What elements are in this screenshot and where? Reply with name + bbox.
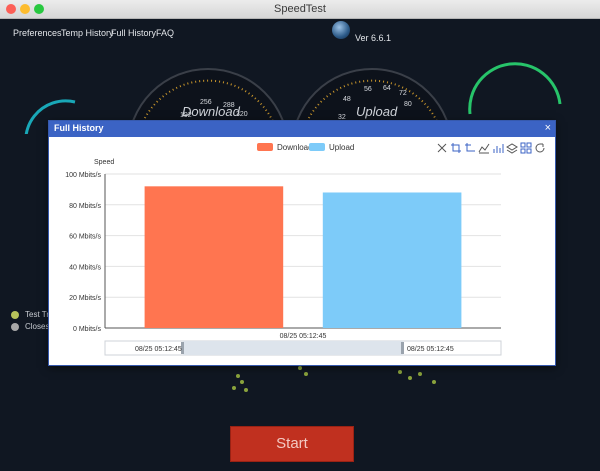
right-gauge-arc [468, 62, 562, 115]
crop-reset-icon[interactable] [465, 143, 475, 152]
bar-upload[interactable] [322, 192, 462, 328]
upload-tick: 48 [343, 96, 351, 103]
chart-toolbar [437, 142, 545, 154]
window-title: SpeedTest [274, 3, 326, 15]
globe-icon [332, 21, 350, 39]
app-window: SpeedTest Preferences Temp History Full … [0, 0, 600, 471]
dialog-title: Full History [54, 123, 104, 133]
closest-dot [11, 323, 19, 331]
menu-temp-history[interactable]: Temp History [61, 28, 114, 38]
layers-icon[interactable] [506, 143, 518, 154]
menu-preferences[interactable]: Preferences [13, 28, 62, 38]
start-button[interactable]: Start [230, 426, 354, 462]
legend-download-swatch[interactable] [257, 143, 273, 151]
bar-chart-icon[interactable] [493, 144, 504, 153]
version-label: Ver 6.6.1 [355, 33, 392, 43]
y-tick-label: 80 Mbits/s [69, 203, 101, 210]
title-bar: SpeedTest [0, 0, 600, 19]
upload-tick: 56 [364, 86, 372, 93]
y-tick-label: 60 Mbits/s [69, 234, 101, 241]
zoom-slider-selection[interactable] [183, 341, 403, 355]
y-tick-label: 40 Mbits/s [69, 264, 101, 271]
zoom-end-label: 08/25 05:12:45 [407, 346, 454, 353]
refresh-icon[interactable] [535, 143, 545, 153]
download-gauge-label: Download [182, 104, 241, 119]
close-x-icon[interactable] [437, 143, 447, 153]
upload-tick: 64 [383, 85, 391, 92]
dialog-close-icon[interactable]: × [545, 122, 551, 134]
dialog-header: Full History × [49, 121, 555, 137]
menu-bar: Preferences Temp History Full History FA… [0, 19, 600, 43]
zoom-handle-right[interactable] [401, 342, 404, 354]
grid-icon[interactable] [520, 142, 532, 154]
upload-tick: 80 [404, 101, 412, 108]
upload-gauge-label: Upload [356, 104, 398, 119]
menu-full-history[interactable]: Full History [111, 28, 156, 38]
y-tick-label: 20 Mbits/s [69, 295, 101, 302]
y-tick-label: 0 Mbits/s [73, 326, 102, 333]
legend-upload-swatch[interactable] [309, 143, 325, 151]
legend-upload-label: Upload [329, 143, 354, 152]
history-chart: Download Upload Speed 0 Mbits/s 20 Mbits/… [65, 142, 545, 356]
x-tick-label: 08/25 05:12:45 [280, 333, 327, 340]
legend-download-label: Download [277, 143, 313, 152]
bar-download[interactable] [144, 186, 284, 328]
chart-bars [144, 186, 462, 328]
full-history-dialog: Full History × Download Upload Speed 0 M… [48, 120, 556, 366]
test-track-dot [11, 311, 19, 319]
y-tick-label: 100 Mbits/s [65, 172, 101, 179]
menu-faq[interactable]: FAQ [156, 28, 174, 38]
y-axis-title: Speed [94, 159, 114, 166]
zoom-start-label: 08/25 05:12:45 [135, 346, 182, 353]
line-chart-icon[interactable] [478, 143, 490, 154]
upload-tick: 72 [399, 90, 407, 97]
map-dots [232, 366, 436, 392]
crop-icon[interactable] [451, 143, 461, 153]
